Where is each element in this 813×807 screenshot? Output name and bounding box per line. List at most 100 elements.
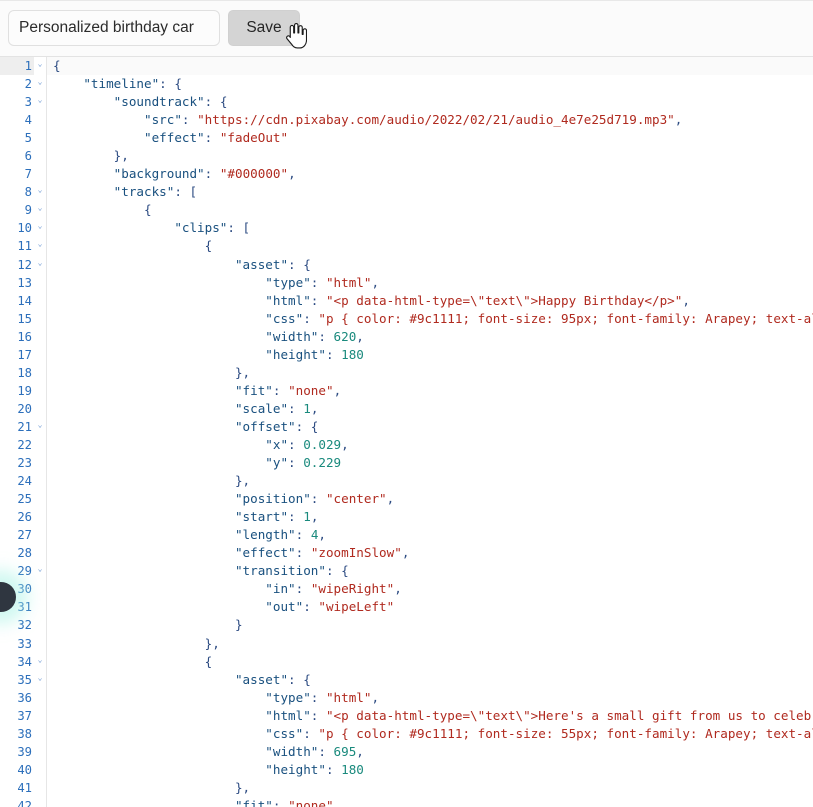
code-line[interactable]: 13 "type": "html", [0,271,813,292]
code-line-text[interactable]: "start": 1, [47,508,813,526]
code-line[interactable]: 17 "height": 180 [0,343,813,364]
code-line[interactable]: 35 ⌄ "asset": { [0,668,813,689]
code-line-text[interactable]: "type": "html", [47,274,813,292]
code-line[interactable]: 40 "height": 180 [0,758,813,779]
code-line-text[interactable]: "html": "<p data-html-type=\"text\">Happ… [47,292,813,310]
code-line-text[interactable]: "scale": 1, [47,400,813,418]
code-line-text[interactable]: "fit": "none", [47,382,813,400]
code-line-text[interactable]: "in": "wipeRight", [47,580,813,598]
code-line[interactable]: 11 ⌄ { [0,235,813,256]
code-line-text[interactable]: { [47,201,813,219]
code-line-text[interactable]: }, [47,779,813,797]
chevron-down-icon[interactable]: ⌄ [34,199,46,218]
code-line[interactable]: 36 "type": "html", [0,686,813,707]
code-line[interactable]: 22 "x": 0.029, [0,433,813,455]
code-line-text[interactable]: "width": 620, [47,328,813,346]
code-line-text[interactable]: "clips": [ [47,219,813,237]
code-line-text[interactable]: "soundtrack": { [47,93,813,111]
code-line[interactable]: 20 "scale": 1, [0,397,813,418]
chevron-down-icon[interactable]: ⌄ [34,560,46,579]
code-line-text[interactable]: "css": "p { color: #9c1111; font-size: 5… [47,725,813,743]
code-line[interactable]: 27 "length": 4, [0,524,813,545]
code-line-text[interactable]: "transition": { [47,562,813,580]
code-line-text[interactable]: "effect": "fadeOut" [47,129,813,147]
code-line-text[interactable]: "timeline": { [47,75,813,93]
chevron-down-icon[interactable]: ⌄ [34,415,46,434]
code-line-text[interactable]: "width": 695, [47,743,813,761]
code-line-text[interactable]: "asset": { [47,256,813,274]
code-line[interactable]: 12 ⌄ "asset": { [0,253,813,274]
code-line[interactable]: 14 "html": "<p data-html-type=\"text\">H… [0,289,813,310]
code-line-text[interactable]: "html": "<p data-html-type=\"text\">Here… [47,707,813,725]
code-line[interactable]: 24 }, [0,470,813,491]
code-line-text[interactable]: "tracks": [ [47,183,813,201]
code-line-text[interactable]: "length": 4, [47,526,813,544]
code-line-text[interactable]: "out": "wipeLeft" [47,598,813,616]
code-line-text[interactable]: } [47,616,813,634]
code-line[interactable]: 32 } [0,614,813,635]
code-line-text[interactable]: "background": "#000000", [47,165,813,183]
code-line-text[interactable]: "height": 180 [47,346,813,364]
code-line-text[interactable]: "css": "p { color: #9c1111; font-size: 9… [47,310,813,328]
code-line[interactable]: 39 "width": 695, [0,740,813,761]
chevron-down-icon[interactable]: ⌄ [34,73,46,92]
code-line[interactable]: 18 }, [0,361,813,382]
code-line[interactable]: 15 "css": "p { color: #9c1111; font-size… [0,307,813,328]
code-line-text[interactable]: "type": "html", [47,689,813,707]
code-line[interactable]: 16 "width": 620, [0,325,813,346]
code-line-text[interactable]: }, [47,364,813,382]
chevron-down-icon[interactable]: ⌄ [34,650,46,669]
code-line-text[interactable]: "x": 0.029, [47,436,813,454]
code-line-text[interactable]: { [47,57,813,76]
code-line-text[interactable]: "height": 180 [47,761,813,779]
code-line-text[interactable]: }, [47,147,813,165]
chevron-down-icon[interactable]: ⌄ [34,57,46,74]
code-line[interactable]: 8 ⌄ "tracks": [ [0,181,813,202]
code-line[interactable]: 21 ⌄ "offset": { [0,415,813,436]
code-line-text[interactable]: }, [47,635,813,653]
chevron-down-icon[interactable]: ⌄ [34,668,46,687]
code-line-text[interactable]: { [47,237,813,255]
code-line[interactable]: 6 }, [0,145,813,166]
code-line[interactable]: 31 "out": "wipeLeft" [0,596,813,617]
code-line[interactable]: 1 ⌄{ [0,57,813,76]
template-title-input[interactable] [8,10,220,46]
code-line[interactable]: 30 "in": "wipeRight", [0,578,813,599]
code-line-text[interactable]: "asset": { [47,671,813,689]
code-line[interactable]: 41 }, [0,776,813,797]
code-line[interactable]: 28 "effect": "zoomInSlow", [0,542,813,563]
code-line[interactable]: 42 "fit": "none", [0,794,813,807]
code-line[interactable]: 26 "start": 1, [0,506,813,527]
code-line[interactable]: 2 ⌄ "timeline": { [0,73,813,94]
code-line[interactable]: 38 "css": "p { color: #9c1111; font-size… [0,722,813,743]
save-button[interactable]: Save [228,10,300,46]
code-line-text[interactable]: "effect": "zoomInSlow", [47,544,813,562]
code-line[interactable]: 23 "y": 0.229 [0,452,813,473]
chevron-down-icon[interactable]: ⌄ [34,253,46,272]
chevron-down-icon[interactable]: ⌄ [34,235,46,254]
code-line[interactable]: 19 "fit": "none", [0,379,813,400]
code-line[interactable]: 37 "html": "<p data-html-type=\"text\">H… [0,704,813,725]
code-line-text[interactable]: "position": "center", [47,490,813,508]
code-lines-container[interactable]: 1 ⌄{2 ⌄ "timeline": {3 ⌄ "soundtrack": {4 "… [0,57,813,807]
code-line[interactable]: 4 "src": "https://cdn.pixabay.com/audio/… [0,109,813,130]
code-line-text[interactable]: "y": 0.229 [47,454,813,472]
code-line[interactable]: 5 "effect": "fadeOut" [0,127,813,148]
code-line-text[interactable]: }, [47,472,813,490]
code-line-text[interactable]: { [47,653,813,671]
code-line[interactable]: 25 "position": "center", [0,488,813,509]
code-line-text[interactable]: "src": "https://cdn.pixabay.com/audio/20… [47,111,813,129]
code-editor[interactable]: 1 ⌄{2 ⌄ "timeline": {3 ⌄ "soundtrack": {4 "… [0,57,813,807]
chevron-down-icon[interactable]: ⌄ [34,181,46,200]
code-line[interactable]: 7 "background": "#000000", [0,163,813,184]
code-line[interactable]: 10 ⌄ "clips": [ [0,217,813,238]
code-line[interactable]: 33 }, [0,632,813,653]
code-line[interactable]: 3 ⌄ "soundtrack": { [0,91,813,112]
chevron-down-icon[interactable]: ⌄ [34,217,46,236]
code-line-text[interactable]: "offset": { [47,418,813,436]
code-line[interactable]: 34 ⌄ { [0,650,813,671]
code-line-text[interactable]: "fit": "none", [47,797,813,807]
chevron-down-icon[interactable]: ⌄ [34,91,46,110]
code-line[interactable]: 9 ⌄ { [0,199,813,220]
code-line[interactable]: 29 ⌄ "transition": { [0,560,813,581]
